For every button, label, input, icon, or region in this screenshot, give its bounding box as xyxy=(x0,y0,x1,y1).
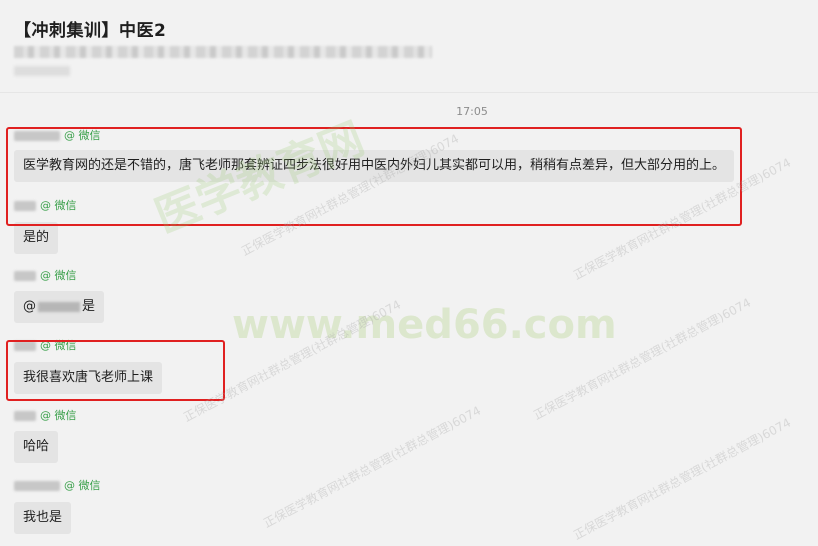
source-label: @ 微信 xyxy=(64,129,101,142)
group-notice-blurred[interactable] xyxy=(14,46,432,58)
mention-name-blurred xyxy=(38,301,80,312)
message-sender[interactable]: @ 微信 xyxy=(14,479,101,493)
watermark-small: 正保医学教育网社群总管理(社群总管理)6074 xyxy=(181,297,404,425)
group-notice-blurred-2 xyxy=(14,66,70,76)
watermark-small: 正保医学教育网社群总管理(社群总管理)6074 xyxy=(571,415,794,543)
source-label: @ 微信 xyxy=(40,199,77,212)
sender-name-blurred xyxy=(14,131,60,141)
message-sender[interactable]: @ 微信 xyxy=(14,269,77,283)
sender-name-blurred xyxy=(14,201,36,211)
message-bubble[interactable]: @ 是 xyxy=(14,291,105,323)
watermark-small: 正保医学教育网社群总管理(社群总管理)6074 xyxy=(261,403,484,531)
sender-name-blurred xyxy=(14,481,60,491)
mention-suffix: 是 xyxy=(82,299,96,314)
watermark-small: 正保医学教育网社群总管理(社群总管理)6074 xyxy=(531,295,754,423)
source-label: @ 微信 xyxy=(40,339,77,352)
chat-scrollbar[interactable] xyxy=(812,92,818,546)
message-bubble[interactable]: 我也是 xyxy=(14,502,72,534)
sender-name-blurred xyxy=(14,271,36,281)
message-bubble[interactable]: 我很喜欢唐飞老师上课 xyxy=(14,362,163,394)
source-label: @ 微信 xyxy=(64,479,101,492)
message-sender[interactable]: @ 微信 xyxy=(14,339,77,353)
message-sender[interactable]: @ 微信 xyxy=(14,129,101,143)
source-label: @ 微信 xyxy=(40,269,77,282)
watermark-url: www.med66.com xyxy=(232,302,617,348)
source-label: @ 微信 xyxy=(40,409,77,422)
chat-header: 【冲刺集训】中医2 xyxy=(0,0,818,93)
chat-window: 【冲刺集训】中医2 17:05 @ 微信 医学教育网的还是不错的，唐飞老师那套辨… xyxy=(0,0,818,546)
message-bubble[interactable]: 是的 xyxy=(14,222,59,254)
message-bubble[interactable]: 医学教育网的还是不错的，唐飞老师那套辨证四步法很好用中医内外妇儿其实都可以用，稍… xyxy=(14,150,735,182)
message-sender[interactable]: @ 微信 xyxy=(14,409,77,423)
sender-name-blurred xyxy=(14,341,36,351)
time-divider: 17:05 xyxy=(456,105,488,118)
message-bubble[interactable]: 哈哈 xyxy=(14,431,59,463)
mention-prefix: @ xyxy=(23,299,36,314)
chat-title[interactable]: 【冲刺集训】中医2 xyxy=(14,16,166,41)
sender-name-blurred xyxy=(14,411,36,421)
message-sender[interactable]: @ 微信 xyxy=(14,199,77,213)
